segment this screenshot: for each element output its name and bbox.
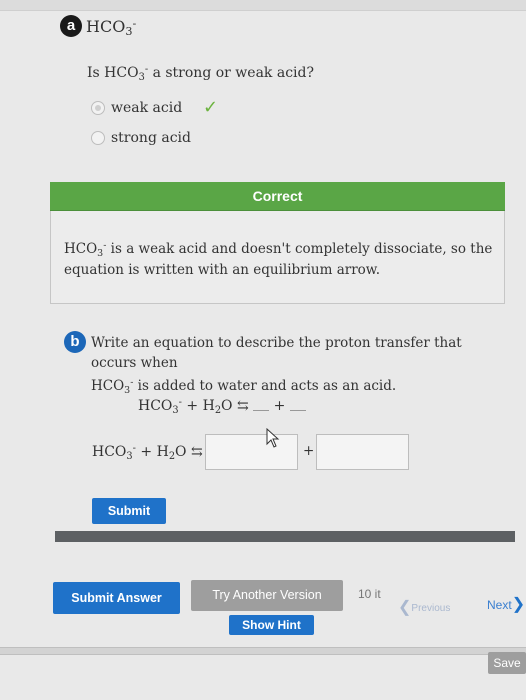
show-hint-button[interactable]: Show Hint bbox=[229, 615, 314, 635]
equation-answer-lhs: HCO3- + H2O ⇆ bbox=[92, 443, 203, 462]
feedback-header: Correct bbox=[50, 182, 505, 211]
top-bar bbox=[0, 0, 526, 11]
cursor-icon bbox=[266, 428, 280, 448]
try-another-version-button[interactable]: Try Another Version bbox=[191, 580, 343, 611]
option-strong-acid-radio[interactable] bbox=[91, 131, 105, 145]
part-b-prompt: Write an equation to describe the proton… bbox=[91, 335, 462, 396]
divider-bar bbox=[55, 531, 515, 542]
product-1-input[interactable] bbox=[205, 434, 298, 470]
submit-answer-button[interactable]: Submit Answer bbox=[53, 582, 180, 614]
option-weak-acid-label[interactable]: weak acid bbox=[111, 100, 182, 116]
footer-divider bbox=[0, 647, 526, 655]
option-strong-acid-label[interactable]: strong acid bbox=[111, 130, 191, 146]
next-button[interactable]: Next❯ bbox=[487, 594, 525, 614]
part-a-species: HCO3- bbox=[86, 17, 137, 38]
save-button[interactable]: Save bbox=[488, 652, 526, 674]
option-weak-acid-radio[interactable] bbox=[91, 101, 105, 115]
chevron-left-icon: ❮ bbox=[398, 599, 412, 616]
chevron-right-icon: ❯ bbox=[511, 596, 526, 613]
part-a-badge: a bbox=[60, 15, 82, 37]
submit-button[interactable]: Submit bbox=[92, 498, 166, 524]
previous-button[interactable]: ❮Previous bbox=[398, 597, 450, 617]
part-a-question: Is HCO3- a strong or weak acid? bbox=[87, 64, 314, 83]
equation-template: HCO3- + H2O ⇆ + bbox=[138, 397, 306, 416]
attempts-remaining: 10 it bbox=[358, 587, 381, 601]
checkmark-icon: ✓ bbox=[203, 97, 219, 118]
plus-sign: + bbox=[303, 443, 315, 459]
part-b-badge: b bbox=[64, 331, 86, 353]
product-2-input[interactable] bbox=[316, 434, 409, 470]
feedback-text: HCO3- is a weak acid and doesn't complet… bbox=[64, 240, 493, 278]
